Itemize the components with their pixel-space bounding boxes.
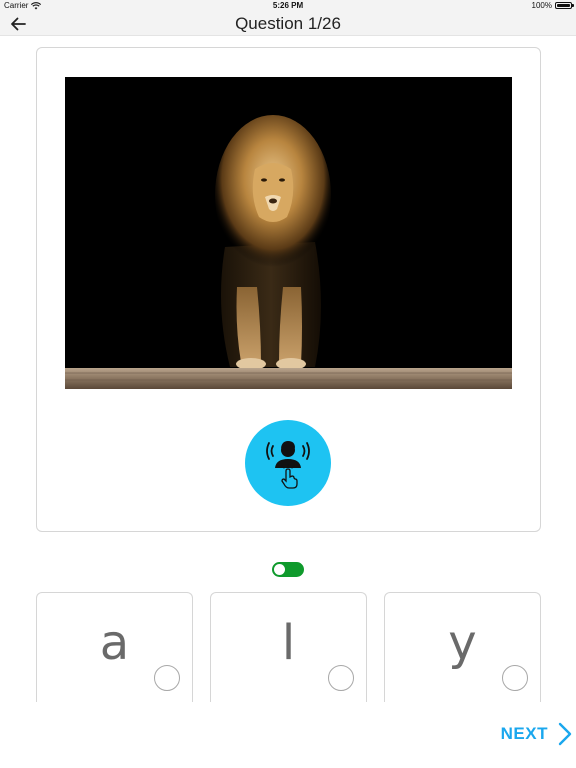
speaker-tap-icon	[266, 441, 310, 489]
battery-icon	[555, 2, 574, 9]
option-letter: a	[99, 615, 130, 671]
question-screen: Carrier 5:26 PM 100% Question 1/26 a l y…	[0, 0, 576, 768]
next-button[interactable]: NEXT	[501, 720, 572, 748]
page-title: Question 1/26	[235, 14, 341, 33]
status-right: 100%	[531, 1, 574, 10]
status-bar: Carrier 5:26 PM 100%	[0, 0, 576, 12]
navigation-bar: Question 1/26	[0, 12, 576, 36]
chevron-right-icon	[558, 722, 572, 746]
option-radio[interactable]	[154, 665, 180, 691]
question-card	[36, 47, 541, 532]
arrow-left-icon	[11, 17, 26, 31]
back-button[interactable]	[6, 14, 30, 34]
lion-illustration	[65, 77, 512, 389]
answer-option-1[interactable]: a	[36, 592, 193, 702]
battery-level	[557, 4, 570, 7]
answer-option-3[interactable]: y	[384, 592, 541, 702]
answer-option-2[interactable]: l	[210, 592, 367, 702]
mode-toggle[interactable]	[272, 562, 304, 577]
battery-percent: 100%	[531, 1, 552, 10]
option-letter: l	[281, 615, 296, 671]
next-label: NEXT	[500, 724, 548, 743]
listen-button[interactable]	[245, 420, 331, 506]
lion-photo	[65, 77, 512, 389]
option-radio[interactable]	[328, 665, 354, 691]
toggle-knob	[274, 564, 285, 575]
status-time: 5:26 PM	[272, 1, 304, 10]
option-letter: y	[448, 615, 477, 671]
option-radio[interactable]	[502, 665, 528, 691]
